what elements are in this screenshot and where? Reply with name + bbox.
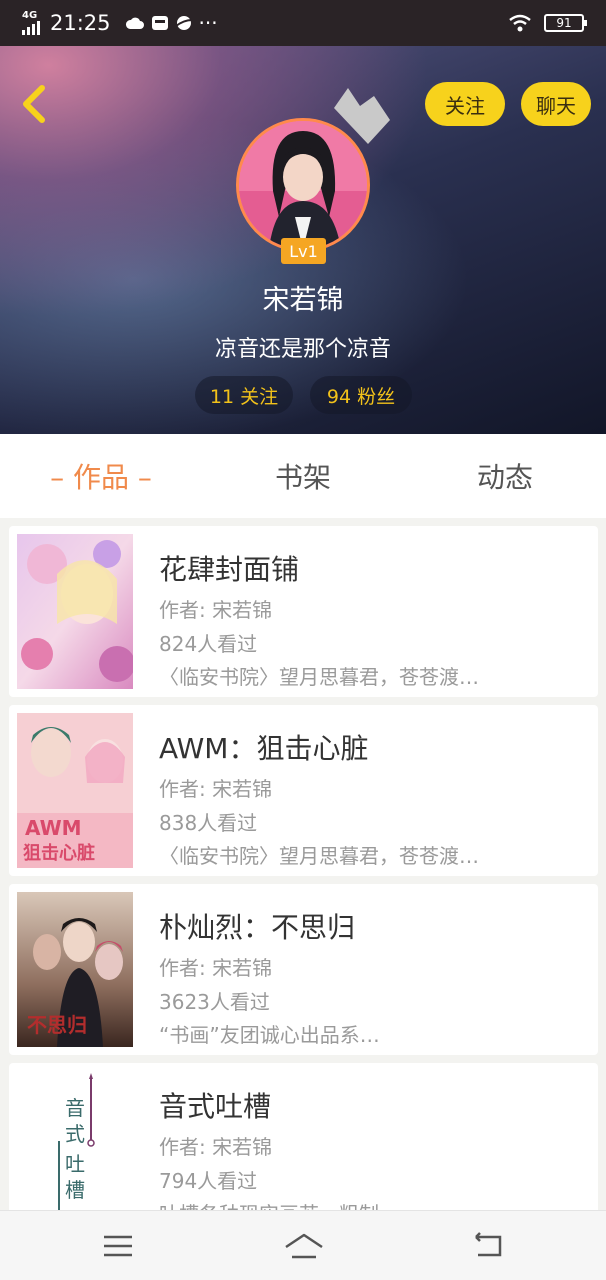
follow-button[interactable]: 关注 [425, 82, 505, 126]
notification-icons: ··· [125, 11, 218, 35]
work-title: 音式吐槽 [159, 1090, 272, 1123]
work-author: 作者: 宋若锦 [159, 1135, 273, 1159]
work-views: 824人看过 [159, 632, 258, 656]
svg-text:AWM: AWM [25, 816, 82, 840]
work-card[interactable]: 不思归 朴灿烈：不思归 作者: 宋若锦 3623人看过 “书画”友团诚心出品系… [9, 884, 598, 1055]
status-right: 91 [508, 14, 587, 32]
clock: 21:25 [50, 11, 111, 35]
return-icon [475, 1232, 502, 1257]
network-indicator: 4G [22, 11, 40, 35]
tab-works[interactable]: – 作品 – [0, 434, 202, 518]
svg-text:槽: 槽 [65, 1178, 85, 1202]
work-description: “书画”友团诚心出品系… [159, 1023, 380, 1047]
following-count[interactable]: 11 关注 [195, 376, 293, 414]
home-button[interactable] [283, 1229, 325, 1263]
network-type: 4G [22, 10, 38, 21]
avatar-image [239, 121, 367, 249]
tab-bookshelf[interactable]: 书架 [202, 434, 404, 518]
username: 宋若锦 [262, 285, 344, 316]
home-icon [285, 1233, 323, 1259]
book-cover[interactable]: AWM 狙击心脏 [17, 713, 133, 868]
work-views: 3623人看过 [159, 990, 270, 1014]
work-author: 作者: 宋若锦 [159, 777, 273, 801]
more-icon: ··· [198, 11, 218, 35]
svg-text:音: 音 [65, 1096, 85, 1120]
menu-button[interactable] [100, 1229, 136, 1263]
chevron-left-icon [23, 85, 45, 123]
avatar[interactable] [236, 118, 370, 252]
svg-text:吐: 吐 [65, 1152, 85, 1176]
work-title: 花肆封面铺 [159, 553, 300, 586]
works-list: 花肆封面铺 作者: 宋若锦 824人看过 〈临安书院〉望月思暮君，苍苍渡… AW… [0, 518, 606, 1210]
profile-header: 关注 聊天 Lv1 宋若锦 凉音还是那个凉音 11 关注 94 粉丝 [0, 46, 606, 434]
work-views: 838人看过 [159, 811, 258, 835]
chat-button[interactable]: 聊天 [521, 82, 591, 126]
app-icon [151, 16, 168, 30]
work-card[interactable]: 花肆封面铺 作者: 宋若锦 824人看过 〈临安书院〉望月思暮君，苍苍渡… [9, 526, 598, 697]
svg-text:式: 式 [65, 1122, 85, 1146]
cover-image: 音 式 吐 槽 [17, 1071, 133, 1210]
status-bar: 4G 21:25 ··· 91 [0, 0, 606, 46]
work-title: AWM：狙击心脏 [159, 732, 369, 765]
work-description: 〈临安书院〉望月思暮君，苍苍渡… [159, 844, 479, 868]
back-nav-button[interactable] [470, 1229, 506, 1263]
work-author: 作者: 宋若锦 [159, 598, 273, 622]
system-nav-bar [0, 1210, 606, 1280]
work-title: 朴灿烈：不思归 [159, 911, 356, 944]
svg-text:狙击心脏: 狙击心脏 [23, 842, 95, 864]
planet-icon [174, 16, 192, 30]
fans-count[interactable]: 94 粉丝 [310, 376, 412, 414]
cover-image: 不思归 [17, 892, 133, 1047]
book-cover[interactable] [17, 534, 133, 689]
menu-icon [104, 1235, 132, 1257]
signal-icon [22, 21, 40, 35]
tab-bar: – 作品 – 书架 动态 [0, 434, 606, 518]
work-views: 794人看过 [159, 1169, 258, 1193]
work-card[interactable]: AWM 狙击心脏 AWM：狙击心脏 作者: 宋若锦 838人看过 〈临安书院〉望… [9, 705, 598, 876]
back-button[interactable] [14, 82, 54, 126]
work-card[interactable]: 音 式 吐 槽 音式吐槽 作者: 宋若锦 794人看过 吐槽各种现实画苏，粗制… [9, 1063, 598, 1210]
cover-image [17, 534, 133, 689]
tab-activity[interactable]: 动态 [404, 434, 606, 518]
cover-image: AWM 狙击心脏 [17, 713, 133, 868]
battery-icon: 91 [544, 14, 587, 32]
work-description: 〈临安书院〉望月思暮君，苍苍渡… [159, 665, 479, 689]
cloud-icon [125, 17, 144, 29]
book-cover[interactable]: 音 式 吐 槽 [17, 1071, 133, 1210]
book-cover[interactable]: 不思归 [17, 892, 133, 1047]
wifi-icon [509, 14, 531, 32]
level-badge: Lv1 [281, 238, 326, 264]
signature: 凉音还是那个凉音 [214, 337, 391, 362]
work-description: 吐槽各种现实画苏，粗制… [159, 1198, 589, 1210]
svg-text:不思归: 不思归 [27, 1013, 87, 1037]
status-left: 4G 21:25 ··· [22, 11, 218, 35]
work-author: 作者: 宋若锦 [159, 956, 273, 980]
